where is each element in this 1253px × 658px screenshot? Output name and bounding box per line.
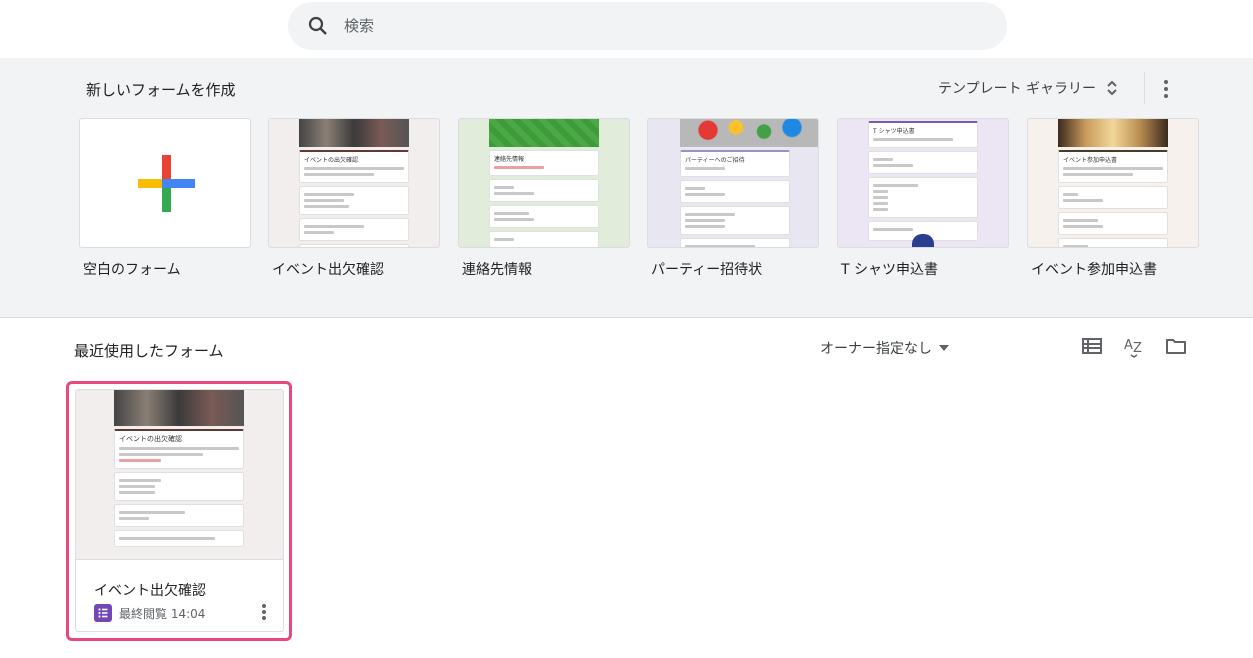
banner-image (299, 119, 409, 147)
owner-filter-label: オーナー指定なし (820, 341, 932, 357)
template-preview: パーティーへのご招待 (680, 119, 818, 247)
template-label: 連絡先情報 (462, 262, 532, 278)
list-view-icon[interactable] (1080, 334, 1104, 358)
preview-title: イベントの出欠確認 (119, 435, 182, 443)
preview-title: イベント参加申込書 (1063, 157, 1118, 164)
more-options-icon[interactable] (254, 601, 274, 623)
template-thumbnail[interactable]: 連絡先情報 (458, 118, 630, 248)
recent-forms-title: 最近使用したフォーム (74, 342, 224, 360)
template-gallery-section: 新しいフォームを作成 テンプレート ギャラリー 空白のフォーム イベントの出欠確… (0, 58, 1253, 318)
template-contact-info[interactable]: 連絡先情報 連絡先情報 (458, 118, 630, 278)
more-options-icon[interactable] (1154, 76, 1178, 102)
search-bar[interactable] (288, 2, 1007, 50)
template-preview: イベントの出欠確認 (299, 119, 409, 247)
template-thumbnail[interactable]: イベントの出欠確認 (268, 118, 440, 248)
form-card-inner[interactable]: イベントの出欠確認 イベント出欠確認 最終閲覧 14:04 (75, 389, 284, 632)
preview-title: 連絡先情報 (494, 156, 525, 163)
banner-image (114, 390, 244, 426)
form-title: イベント出欠確認 (94, 583, 206, 599)
preview-title: T シャツ申込書 (873, 128, 915, 135)
template-event-registration[interactable]: イベント参加申込書 イベント参加申込書 (1027, 118, 1199, 278)
template-blank[interactable]: 空白のフォーム (79, 118, 251, 278)
sort-az-icon[interactable]: A Z (1122, 334, 1146, 358)
google-forms-icon (94, 604, 112, 622)
template-party-invite[interactable]: パーティーへのご招待 パーティー招待状 (647, 118, 819, 278)
folder-icon[interactable] (1164, 334, 1188, 358)
gallery-title: 新しいフォームを作成 (86, 81, 236, 99)
template-thumbnail[interactable] (79, 118, 251, 248)
template-thumbnail[interactable]: T シャツ申込書 (837, 118, 1009, 248)
template-gallery-label: テンプレート ギャラリー (938, 81, 1097, 97)
banner-image (680, 119, 818, 147)
form-thumbnail[interactable]: イベントの出欠確認 (76, 390, 283, 560)
template-preview: 連絡先情報 (489, 119, 599, 247)
template-label: イベント参加申込書 (1031, 262, 1157, 278)
template-tshirt[interactable]: T シャツ申込書 T シャツ申込書 (837, 118, 1009, 278)
banner-image (1058, 119, 1168, 147)
template-label: T シャツ申込書 (841, 262, 939, 278)
unfold-icon (1107, 80, 1117, 96)
divider (1144, 72, 1145, 104)
top-bar (0, 0, 1253, 58)
template-label: イベント出欠確認 (272, 262, 384, 278)
banner-image (489, 119, 599, 147)
search-input[interactable] (344, 12, 944, 40)
search-icon (308, 16, 327, 35)
template-gallery-button[interactable]: テンプレート ギャラリー (938, 78, 1120, 98)
template-label: 空白のフォーム (83, 262, 181, 278)
preview-title: パーティーへのご招待 (685, 157, 745, 164)
template-preview: イベント参加申込書 (1058, 119, 1168, 247)
form-preview: イベントの出欠確認 (114, 390, 244, 560)
template-label: パーティー招待状 (651, 262, 763, 278)
preview-title: イベントの出欠確認 (304, 157, 359, 164)
template-thumbnail[interactable]: イベント参加申込書 (1027, 118, 1199, 248)
svg-text:A: A (1124, 338, 1133, 353)
plus-icon (138, 155, 195, 212)
template-preview: T シャツ申込書 (868, 119, 978, 247)
recent-form-card[interactable]: イベントの出欠確認 イベント出欠確認 最終閲覧 14:04 (66, 381, 292, 641)
template-event-rsvp[interactable]: イベントの出欠確認 イベント出欠確認 (268, 118, 440, 278)
template-thumbnail[interactable]: パーティーへのご招待 (647, 118, 819, 248)
dropdown-arrow-icon (939, 345, 949, 351)
svg-text:Z: Z (1133, 341, 1142, 356)
last-viewed-text: 最終閲覧 14:04 (119, 606, 206, 621)
owner-filter-dropdown[interactable]: オーナー指定なし (820, 338, 950, 358)
form-meta: 最終閲覧 14:04 (94, 604, 205, 622)
